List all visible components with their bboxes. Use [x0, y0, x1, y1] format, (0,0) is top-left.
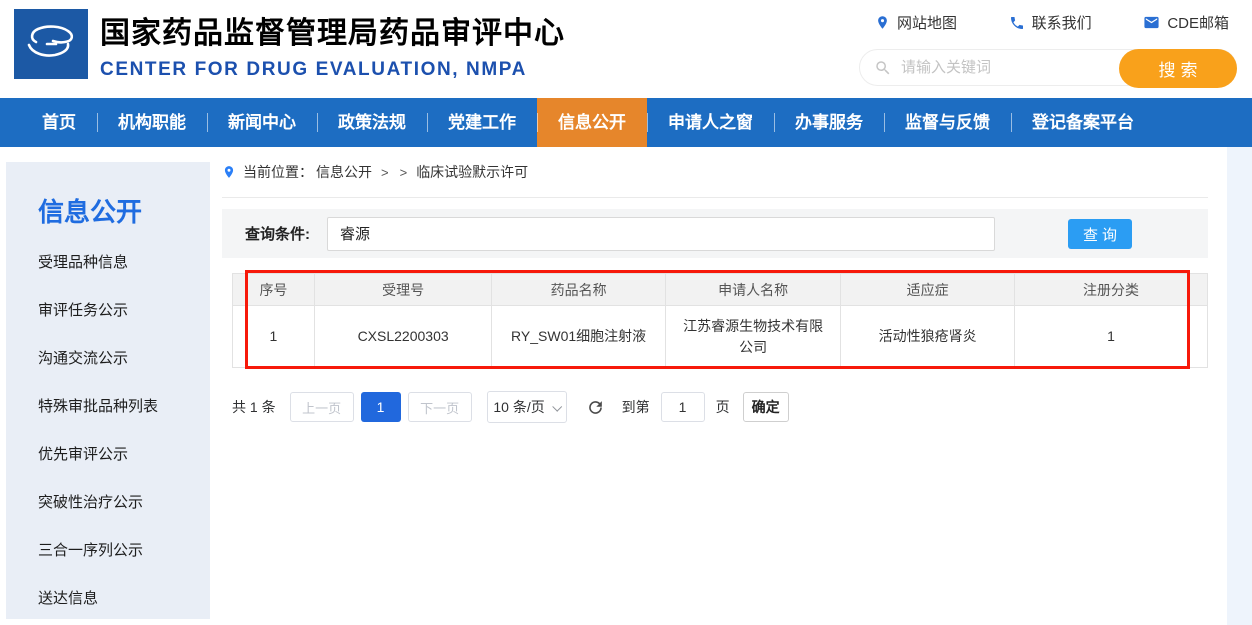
breadcrumb-current: 临床试验默示许可 [416, 162, 528, 182]
table-row: 1 CXSL2200303 RY_SW01细胞注射液 江苏睿源生物技术有限公司 … [233, 306, 1208, 368]
sidebar-item-three-in-one[interactable]: 三合一序列公示 [38, 527, 210, 575]
sidebar-item-delivery-info[interactable]: 送达信息 [38, 575, 210, 623]
content-area: 信息公开 受理品种信息 审评任务公示 沟通交流公示 特殊审批品种列表 优先审评公… [0, 147, 1252, 625]
goto-page-label: 到第 [622, 397, 650, 417]
query-button[interactable]: 查询 [1068, 219, 1132, 249]
sidebar-item-accepted-products[interactable]: 受理品种信息 [38, 239, 210, 287]
page-size-value: 10 条/页 [493, 397, 544, 417]
sidebar-item-special-approval-list[interactable]: 特殊审批品种列表 [38, 383, 210, 431]
header-right: 网站地图 联系我们 CDE邮箱 [859, 12, 1237, 86]
nav-item-supervision-feedback[interactable]: 监督与反馈 [884, 98, 1011, 147]
location-pin-icon [875, 15, 890, 30]
refresh-icon[interactable] [586, 398, 605, 417]
breadcrumb-separator: > [381, 165, 389, 180]
table-header-row: 序号 受理号 药品名称 申请人名称 适应症 注册分类 [233, 274, 1208, 306]
phone-icon [1009, 15, 1025, 31]
page: 国家药品监督管理局药品审评中心 CENTER FOR DRUG EVALUATI… [0, 0, 1252, 625]
confirm-button[interactable]: 确定 [743, 392, 789, 422]
results-table: 序号 受理号 药品名称 申请人名称 适应症 注册分类 1 CXSL2200303 [232, 273, 1208, 368]
contact-link[interactable]: 联系我们 [1009, 12, 1092, 33]
right-margin-strip [1227, 147, 1252, 625]
site-titles: 国家药品监督管理局药品审评中心 CENTER FOR DRUG EVALUATI… [100, 8, 565, 81]
nav-item-home[interactable]: 首页 [21, 98, 97, 147]
goto-page-input[interactable] [661, 392, 705, 422]
col-header-registration-class: 注册分类 [1014, 274, 1207, 306]
nav-item-party-building[interactable]: 党建工作 [427, 98, 537, 147]
breadcrumb-separator: > [400, 165, 408, 180]
cde-logo[interactable] [14, 9, 88, 79]
col-header-drug-name: 药品名称 [492, 274, 666, 306]
nav-item-org-functions[interactable]: 机构职能 [97, 98, 207, 147]
breadcrumb: 当前位置：信息公开 > > 临床试验默示许可 [222, 162, 1208, 182]
nav-item-services[interactable]: 办事服务 [774, 98, 884, 147]
cde-logo-icon [14, 64, 88, 81]
breadcrumb-divider [222, 197, 1208, 198]
nav-item-policies-regulations[interactable]: 政策法规 [317, 98, 427, 147]
sidebar-item-breakthrough-therapy[interactable]: 突破性治疗公示 [38, 479, 210, 527]
next-page-button[interactable]: 下一页 [408, 392, 472, 422]
main-panel: 当前位置：信息公开 > > 临床试验默示许可 查询条件: 查询 [222, 162, 1208, 423]
nav-item-registration-platform[interactable]: 登记备案平台 [1011, 98, 1155, 147]
cde-mail-label: CDE邮箱 [1167, 12, 1229, 33]
results-table-wrap: 序号 受理号 药品名称 申请人名称 适应症 注册分类 1 CXSL2200303 [232, 273, 1208, 368]
sitemap-label: 网站地图 [897, 12, 957, 33]
sitemap-link[interactable]: 网站地图 [875, 12, 957, 33]
main-nav: 首页 机构职能 新闻中心 政策法规 党建工作 信息公开 申请人之窗 办事服务 监… [0, 98, 1252, 147]
sidebar-menu: 受理品种信息 审评任务公示 沟通交流公示 特殊审批品种列表 优先审评公示 突破性… [6, 239, 210, 623]
nav-item-applicant-window[interactable]: 申请人之窗 [647, 98, 774, 147]
site-header: 国家药品监督管理局药品审评中心 CENTER FOR DRUG EVALUATI… [0, 0, 1252, 98]
prev-page-button[interactable]: 上一页 [290, 392, 354, 422]
col-header-indication: 适应症 [841, 274, 1015, 306]
query-bar: 查询条件: 查询 [222, 209, 1208, 258]
sidebar: 信息公开 受理品种信息 审评任务公示 沟通交流公示 特殊审批品种列表 优先审评公… [6, 162, 210, 619]
sidebar-item-review-tasks[interactable]: 审评任务公示 [38, 287, 210, 335]
breadcrumb-prefix: 当前位置： [243, 162, 313, 182]
query-label: 查询条件: [245, 223, 310, 244]
query-input[interactable] [327, 217, 995, 251]
breadcrumb-pin-icon [222, 164, 236, 180]
cell-acceptance-no: CXSL2200303 [314, 306, 491, 368]
page-unit-label: 页 [716, 397, 730, 417]
cell-indication: 活动性狼疮肾炎 [841, 306, 1015, 368]
col-header-acceptance-no: 受理号 [314, 274, 491, 306]
col-header-seq: 序号 [233, 274, 315, 306]
contact-label: 联系我们 [1032, 12, 1092, 33]
chevron-down-icon [552, 401, 562, 411]
cell-drug-name: RY_SW01细胞注射液 [492, 306, 666, 368]
site-search: 搜索 [859, 49, 1237, 86]
sidebar-item-priority-review[interactable]: 优先审评公示 [38, 431, 210, 479]
nav-item-info-disclosure[interactable]: 信息公开 [537, 98, 647, 147]
sidebar-item-communication[interactable]: 沟通交流公示 [38, 335, 210, 383]
search-input[interactable] [901, 59, 1116, 76]
pagination: 共 1 条 上一页 1 下一页 10 条/页 到第 页 确定 [232, 391, 1208, 423]
sidebar-title: 信息公开 [38, 192, 210, 229]
search-icon [874, 59, 892, 77]
pagination-total: 共 1 条 [232, 397, 276, 417]
nav-item-news-center[interactable]: 新闻中心 [207, 98, 317, 147]
cde-mail-link[interactable]: CDE邮箱 [1143, 12, 1229, 33]
quicklinks: 网站地图 联系我们 CDE邮箱 [859, 12, 1237, 33]
cell-applicant: 江苏睿源生物技术有限公司 [665, 306, 841, 368]
current-page-button[interactable]: 1 [361, 392, 401, 422]
col-header-applicant: 申请人名称 [665, 274, 841, 306]
site-title: 国家药品监督管理局药品审评中心 [100, 8, 565, 52]
page-size-select[interactable]: 10 条/页 [487, 391, 567, 423]
cell-registration-class: 1 [1014, 306, 1207, 368]
search-button[interactable]: 搜索 [1119, 49, 1237, 88]
breadcrumb-section[interactable]: 信息公开 [316, 162, 372, 182]
cell-seq: 1 [233, 306, 315, 368]
site-subtitle: CENTER FOR DRUG EVALUATION, NMPA [100, 59, 565, 81]
envelope-icon [1143, 14, 1160, 31]
